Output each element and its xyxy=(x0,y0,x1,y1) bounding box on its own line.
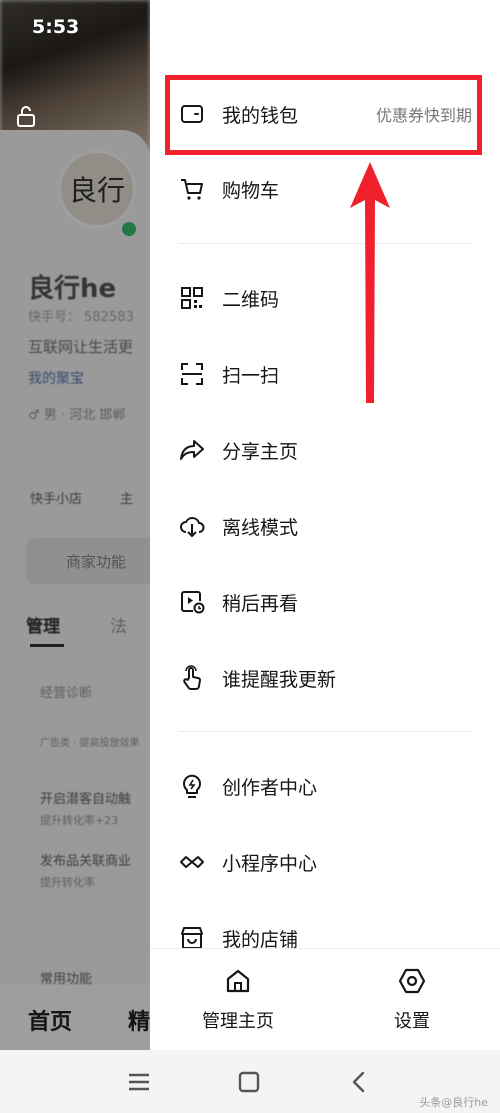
menu-item-offline[interactable]: 离线模式 xyxy=(150,498,500,554)
infinity-icon xyxy=(178,848,206,876)
menu-label: 稍后再看 xyxy=(222,592,299,615)
bulb-icon xyxy=(178,772,206,800)
cart-icon xyxy=(178,175,206,203)
menu-label: 扫一扫 xyxy=(222,364,280,387)
home-square-icon[interactable] xyxy=(234,1068,264,1096)
menu-item-miniapp-center[interactable]: 小程序中心 xyxy=(150,834,500,890)
menu-label: 谁提醒我更新 xyxy=(222,668,337,691)
drawer-footer: 管理主页 设置 xyxy=(150,948,500,1051)
menu-label: 二维码 xyxy=(222,288,280,311)
menu-item-share[interactable]: 分享主页 xyxy=(150,422,500,478)
side-drawer: 我的钱包 优惠券快到期 购物车 二维码 扫一扫 分享主页 离线模式 稍后再看 谁… xyxy=(150,0,500,1050)
profile-background: 良行 良行he 快手号： 582583 互联网让生活更 我的聚宝 ♂ 男 · 河… xyxy=(0,0,150,1050)
menu-icon[interactable] xyxy=(124,1068,154,1096)
divider xyxy=(178,243,472,244)
settings-button[interactable]: 设置 xyxy=(352,967,472,1033)
gear-icon xyxy=(398,968,426,994)
qrcode-icon xyxy=(178,284,206,312)
menu-label: 离线模式 xyxy=(222,516,299,539)
manage-home-button[interactable]: 管理主页 xyxy=(178,967,298,1033)
scan-icon xyxy=(178,360,206,388)
home-icon xyxy=(226,969,250,993)
annotation-arrow-icon xyxy=(350,162,390,403)
menu-item-qrcode[interactable]: 二维码 xyxy=(150,270,500,326)
menu-item-cart[interactable]: 购物车 xyxy=(150,161,500,217)
menu-label: 分享主页 xyxy=(222,440,299,463)
menu-item-update-reminder[interactable]: 谁提醒我更新 xyxy=(150,650,500,706)
watch-later-icon xyxy=(178,588,206,616)
status-time: 5:53 xyxy=(32,16,80,38)
menu-item-watch-later[interactable]: 稍后再看 xyxy=(150,574,500,630)
hand-tap-icon xyxy=(178,664,206,692)
menu-label: 小程序中心 xyxy=(222,852,318,875)
download-cloud-icon xyxy=(178,512,206,540)
manage-home-label: 管理主页 xyxy=(202,1011,274,1032)
menu-item-scan[interactable]: 扫一扫 xyxy=(150,346,500,402)
watermark: 头条@良行he xyxy=(419,1096,488,1109)
drawer-scrim[interactable] xyxy=(0,0,150,1050)
settings-label: 设置 xyxy=(394,1011,430,1032)
unlock-icon[interactable] xyxy=(14,104,38,128)
annotation-highlight-box xyxy=(165,75,482,155)
menu-label: 购物车 xyxy=(222,179,280,202)
back-icon[interactable] xyxy=(344,1068,374,1096)
menu-label: 创作者中心 xyxy=(222,776,318,799)
share-icon xyxy=(178,436,206,464)
menu-item-creator-center[interactable]: 创作者中心 xyxy=(150,758,500,814)
divider xyxy=(178,731,472,732)
